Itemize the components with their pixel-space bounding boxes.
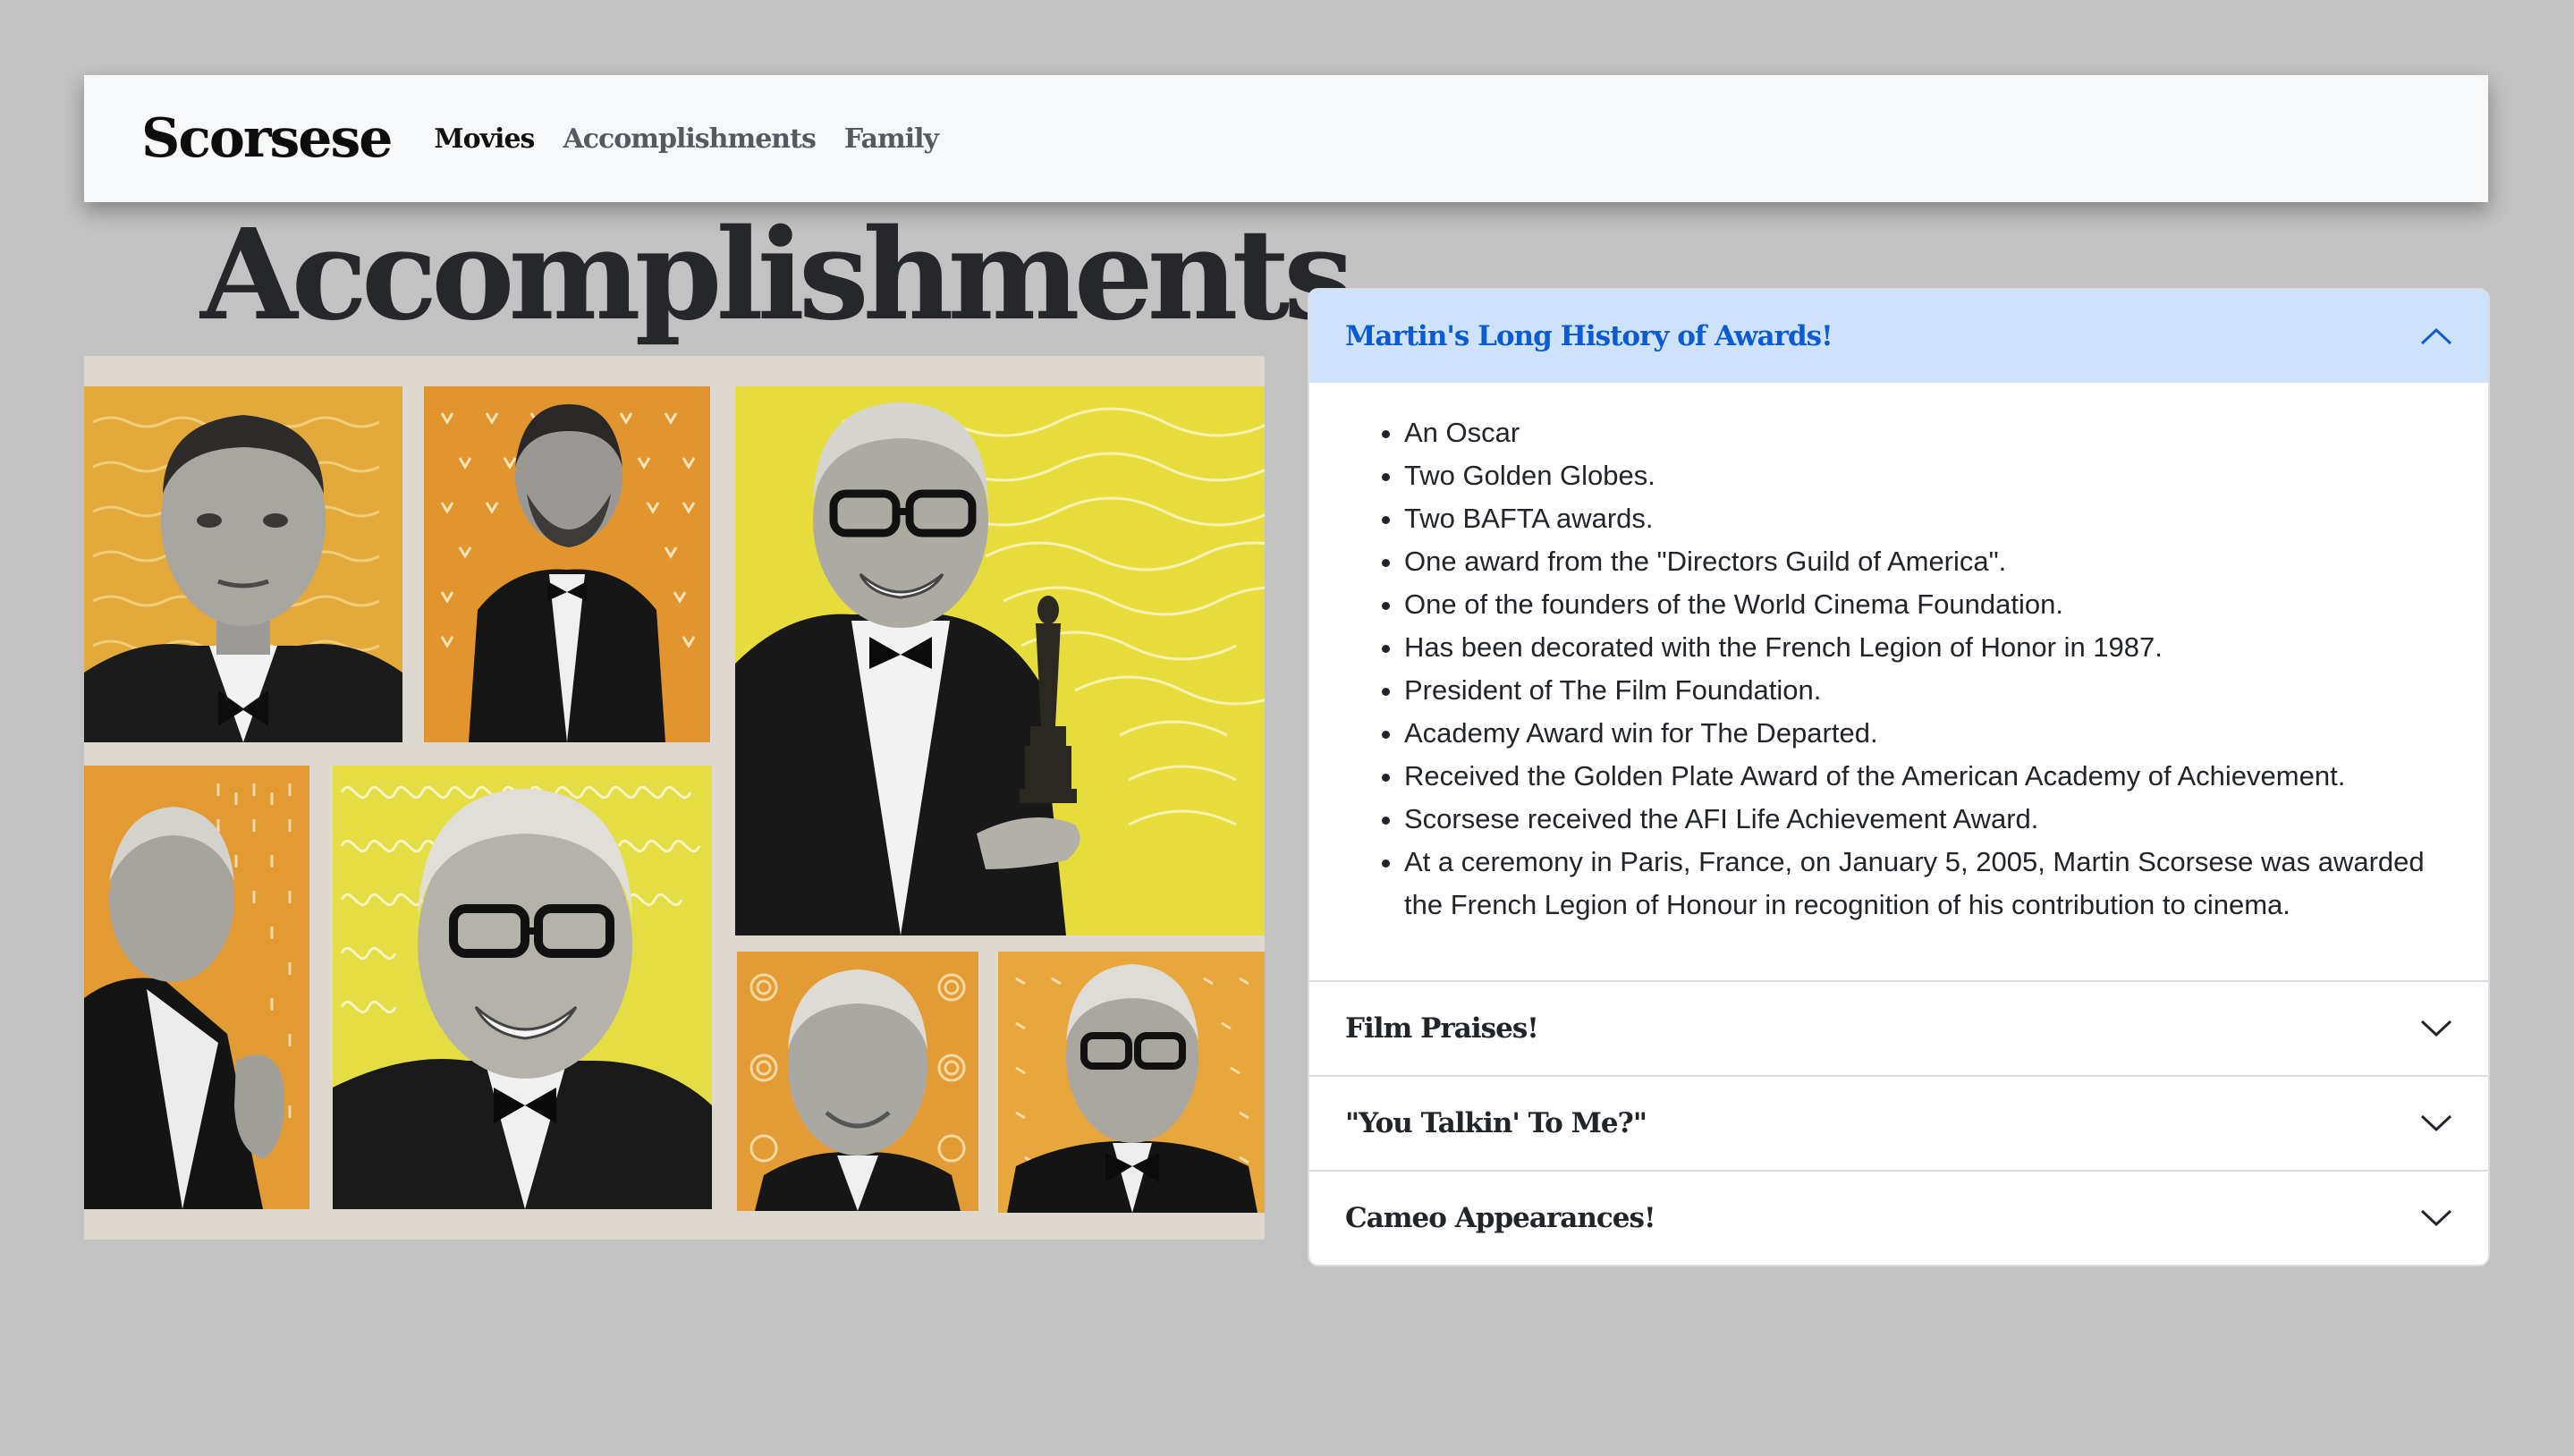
collage-panel-oscar-portrait [735,386,1265,935]
accordion-item-awards: Martin's Long History of Awards! An Osca… [1309,290,2488,980]
accomplishments-accordion: Martin's Long History of Awards! An Osca… [1308,288,2490,1266]
list-item: Two Golden Globes. [1404,454,2452,497]
list-item: Academy Award win for The Departed. [1404,712,2452,755]
chevron-down-icon [2420,1114,2452,1132]
accordion-item-film-praises: Film Praises! [1309,980,2488,1075]
list-item: Has been decorated with the French Legio… [1404,626,2452,669]
page-title: Accomplishments [200,202,1354,349]
list-item: At a ceremony in Paris, France, on Janua… [1404,841,2452,927]
list-item: Two BAFTA awards. [1404,497,2452,540]
list-item: One award from the "Directors Guild of A… [1404,540,2452,583]
brand-logo[interactable]: Scorsese [141,107,393,170]
accordion-header-film-praises[interactable]: Film Praises! [1309,982,2488,1075]
collage-panel-portrait-4 [333,766,712,1209]
accordion-title-cameo: Cameo Appearances! [1345,1202,1656,1234]
chevron-down-icon [2420,1209,2452,1227]
accordion-header-cameo[interactable]: Cameo Appearances! [1309,1172,2488,1265]
accordion-title-you-talkin: "You Talkin' To Me?" [1345,1107,1647,1139]
nav-link-movies[interactable]: Movies [434,123,535,155]
scorsese-collage-image [84,356,1265,1240]
collage-panel-portrait-3 [84,766,309,1209]
nav-links: Movies Accomplishments Family [434,123,939,155]
accordion-item-cameo: Cameo Appearances! [1309,1170,2488,1265]
accordion-title-film-praises: Film Praises! [1345,1012,1539,1045]
accordion-title-awards: Martin's Long History of Awards! [1345,320,1833,352]
accordion-body-awards: An Oscar Two Golden Globes. Two BAFTA aw… [1309,383,2488,980]
list-item: An Oscar [1404,411,2452,454]
awards-list: An Oscar Two Golden Globes. Two BAFTA aw… [1309,411,2452,927]
accordion-header-awards[interactable]: Martin's Long History of Awards! [1309,290,2488,383]
collage-panel-portrait-2 [424,386,710,742]
nav-link-family[interactable]: Family [844,123,939,155]
collage-panel-portrait-1 [84,386,402,742]
list-item: Scorsese received the AFI Life Achieveme… [1404,798,2452,841]
chevron-up-icon [2420,327,2452,345]
collage-panel-portrait-6 [998,952,1265,1213]
list-item: President of The Film Foundation. [1404,669,2452,712]
collage-panel-portrait-5 [737,952,978,1211]
navbar: Scorsese Movies Accomplishments Family [84,75,2488,202]
accordion-item-you-talkin: "You Talkin' To Me?" [1309,1075,2488,1170]
nav-link-accomplishments[interactable]: Accomplishments [563,123,816,155]
accordion-header-you-talkin[interactable]: "You Talkin' To Me?" [1309,1077,2488,1170]
chevron-down-icon [2420,1020,2452,1037]
list-item: One of the founders of the World Cinema … [1404,583,2452,626]
list-item: Received the Golden Plate Award of the A… [1404,755,2452,798]
